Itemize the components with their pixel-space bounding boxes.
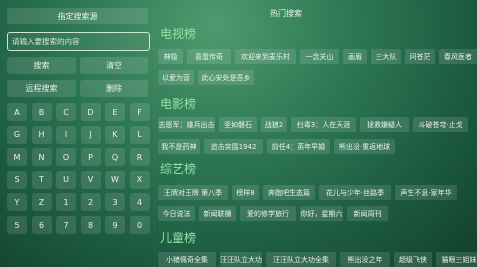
search-tag[interactable]: 花儿与少年·丝路季 (319, 185, 391, 200)
search-input[interactable]: 请输入要搜索的内容 (7, 32, 150, 51)
key-9[interactable]: 9 (105, 216, 125, 234)
search-tag[interactable]: 神隐 (158, 49, 183, 64)
key-v[interactable]: V (80, 170, 101, 189)
search-tag[interactable]: 你好，星期六 (300, 206, 343, 221)
search-button[interactable]: 搜索 (7, 57, 76, 74)
search-tag[interactable]: 奔跑吧生态篇 (263, 185, 315, 200)
search-tag[interactable]: 以爱为营 (158, 70, 194, 85)
search-tag[interactable]: 新闻周刊 (347, 206, 388, 221)
source-select-button[interactable]: 指定搜索源 (7, 8, 148, 24)
section-heading: 电影榜 (160, 97, 197, 111)
search-tag[interactable]: 超级飞侠 (394, 252, 432, 267)
search-tag[interactable]: 志愿军：雄兵出击 (158, 117, 215, 132)
key-1[interactable]: 1 (56, 193, 76, 212)
search-tag[interactable]: 猫眼三姐妹 (436, 252, 477, 267)
search-tag[interactable]: 榜样8 (232, 185, 259, 200)
search-tag[interactable]: 此心安处是吾乡 (198, 70, 254, 85)
key-8[interactable]: 8 (80, 216, 101, 234)
search-tag[interactable]: 追击突围1942 (204, 139, 263, 154)
key-d[interactable]: D (80, 103, 101, 121)
search-tag[interactable]: 爱的修学旅行 (240, 206, 296, 221)
search-tag[interactable]: 前任4：英年早婚 (267, 139, 330, 154)
search-tag[interactable]: 三大队 (371, 49, 401, 64)
search-tag[interactable]: 拯救嫌疑人 (360, 117, 409, 132)
search-tag[interactable]: 汪汪队立大功 (220, 252, 262, 267)
search-tag[interactable]: 坚如磐石 (219, 117, 257, 132)
key-b[interactable]: B (31, 103, 52, 121)
key-u[interactable]: U (56, 170, 76, 189)
search-tag[interactable]: 画眉 (343, 49, 367, 64)
key-h[interactable]: H (31, 125, 52, 144)
search-tag[interactable]: 汪汪队立大功全集 (266, 252, 336, 267)
search-tag[interactable]: 斗破苍穹·止戈 (413, 117, 468, 132)
key-7[interactable]: 7 (56, 216, 76, 234)
key-k[interactable]: K (105, 125, 125, 144)
search-tag[interactable]: 声生不息·家年华 (395, 185, 457, 200)
key-s[interactable]: S (7, 170, 27, 189)
section-heading: 电视榜 (160, 27, 197, 41)
key-f[interactable]: F (129, 103, 150, 121)
search-tag[interactable]: 一念关山 (300, 49, 339, 64)
key-4[interactable]: 4 (129, 193, 150, 212)
search-tag[interactable]: 春风医者 (439, 49, 477, 64)
key-a[interactable]: A (7, 103, 27, 121)
search-tag[interactable]: 王牌对王牌 第八季 (158, 185, 228, 200)
panel-divider (154, 0, 155, 267)
remote-search-button[interactable]: 远程搜索 (7, 80, 76, 97)
key-q[interactable]: Q (105, 148, 125, 167)
key-o[interactable]: O (56, 148, 76, 167)
search-tag[interactable]: 问苍茫 (405, 49, 435, 64)
section-heading: 综艺榜 (160, 162, 197, 176)
key-3[interactable]: 3 (105, 193, 125, 212)
search-tag[interactable]: 小猪佩奇全集 (158, 252, 216, 267)
key-0[interactable]: 0 (129, 216, 150, 234)
section-heading: 儿童榜 (160, 231, 197, 245)
key-g[interactable]: G (7, 125, 27, 144)
search-tag[interactable]: 熊出没·重返地球 (334, 139, 395, 154)
search-panel: 指定搜索源 请输入要搜索的内容 搜索 清空 远程搜索 删除 ABCDEF GHIJ… (5, 5, 150, 267)
search-tag[interactable]: 新闻联播 (199, 206, 236, 221)
search-tag[interactable]: 喜蛋传奇 (187, 49, 231, 64)
key-m[interactable]: M (7, 148, 27, 167)
search-tag[interactable]: 扫毒3：人在天涯 (291, 117, 356, 132)
key-x[interactable]: X (129, 170, 150, 189)
search-tag[interactable]: 熊出没之年 (340, 252, 390, 267)
clear-button[interactable]: 清空 (80, 57, 148, 74)
key-t[interactable]: T (31, 170, 52, 189)
search-tag[interactable]: 今日说法 (158, 206, 195, 221)
key-5[interactable]: 5 (7, 216, 27, 234)
key-2[interactable]: 2 (80, 193, 101, 212)
key-p[interactable]: P (80, 148, 101, 167)
key-r[interactable]: R (129, 148, 150, 167)
key-6[interactable]: 6 (31, 216, 52, 234)
delete-button[interactable]: 删除 (80, 80, 148, 97)
key-n[interactable]: N (31, 148, 52, 167)
hot-search-title: 热门搜索 (270, 9, 302, 18)
key-l[interactable]: L (129, 125, 150, 144)
key-j[interactable]: J (80, 125, 101, 144)
key-z[interactable]: Z (31, 193, 52, 212)
search-tag[interactable]: 战狼2 (261, 117, 287, 132)
key-w[interactable]: W (105, 170, 125, 189)
key-i[interactable]: I (56, 125, 76, 144)
key-e[interactable]: E (105, 103, 125, 121)
key-c[interactable]: C (56, 103, 76, 121)
search-tag[interactable]: 欢迎来到麦乐村 (235, 49, 296, 64)
search-tag[interactable]: 我不是药神 (158, 139, 200, 154)
key-y[interactable]: Y (7, 193, 27, 212)
